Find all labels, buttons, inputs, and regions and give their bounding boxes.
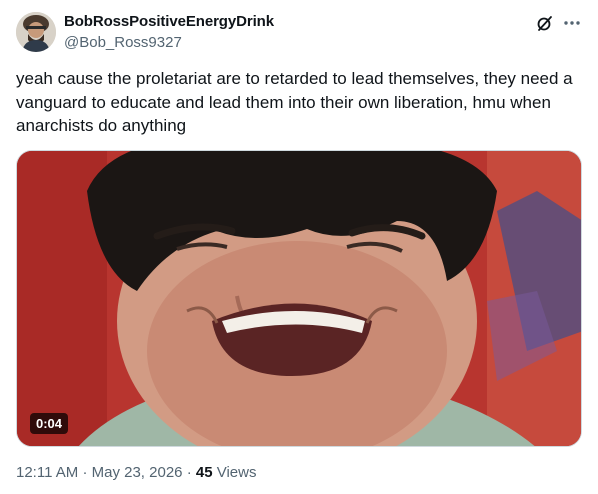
tweet-text: yeah cause the proletariat are to retard… [16, 69, 573, 135]
tweet-time[interactable]: 12:11 AM [16, 464, 78, 481]
tweet-meta: 12:11 AM · May 23, 2026 · 45 Views [16, 464, 256, 481]
video-duration-badge: 0:04 [30, 413, 69, 434]
grok-slash-icon[interactable] [536, 14, 554, 32]
author-handle[interactable]: @Bob_Ross9327 [64, 34, 182, 51]
meta-separator: · [82, 464, 88, 481]
author-display-name[interactable]: BobRossPositiveEnergyDrink [64, 13, 274, 30]
tweet: BobRossPositiveEnergyDrink @Bob_Ross9327… [0, 0, 598, 494]
views-label: Views [216, 464, 257, 481]
avatar[interactable] [16, 12, 56, 52]
meta-separator: · [186, 464, 192, 481]
laughing-face-image [17, 151, 581, 446]
views-count: 45 [195, 464, 213, 481]
tweet-date[interactable]: May 23, 2026 [92, 464, 183, 481]
more-horizontal-icon[interactable] [562, 13, 582, 33]
video-thumbnail[interactable] [16, 150, 582, 447]
